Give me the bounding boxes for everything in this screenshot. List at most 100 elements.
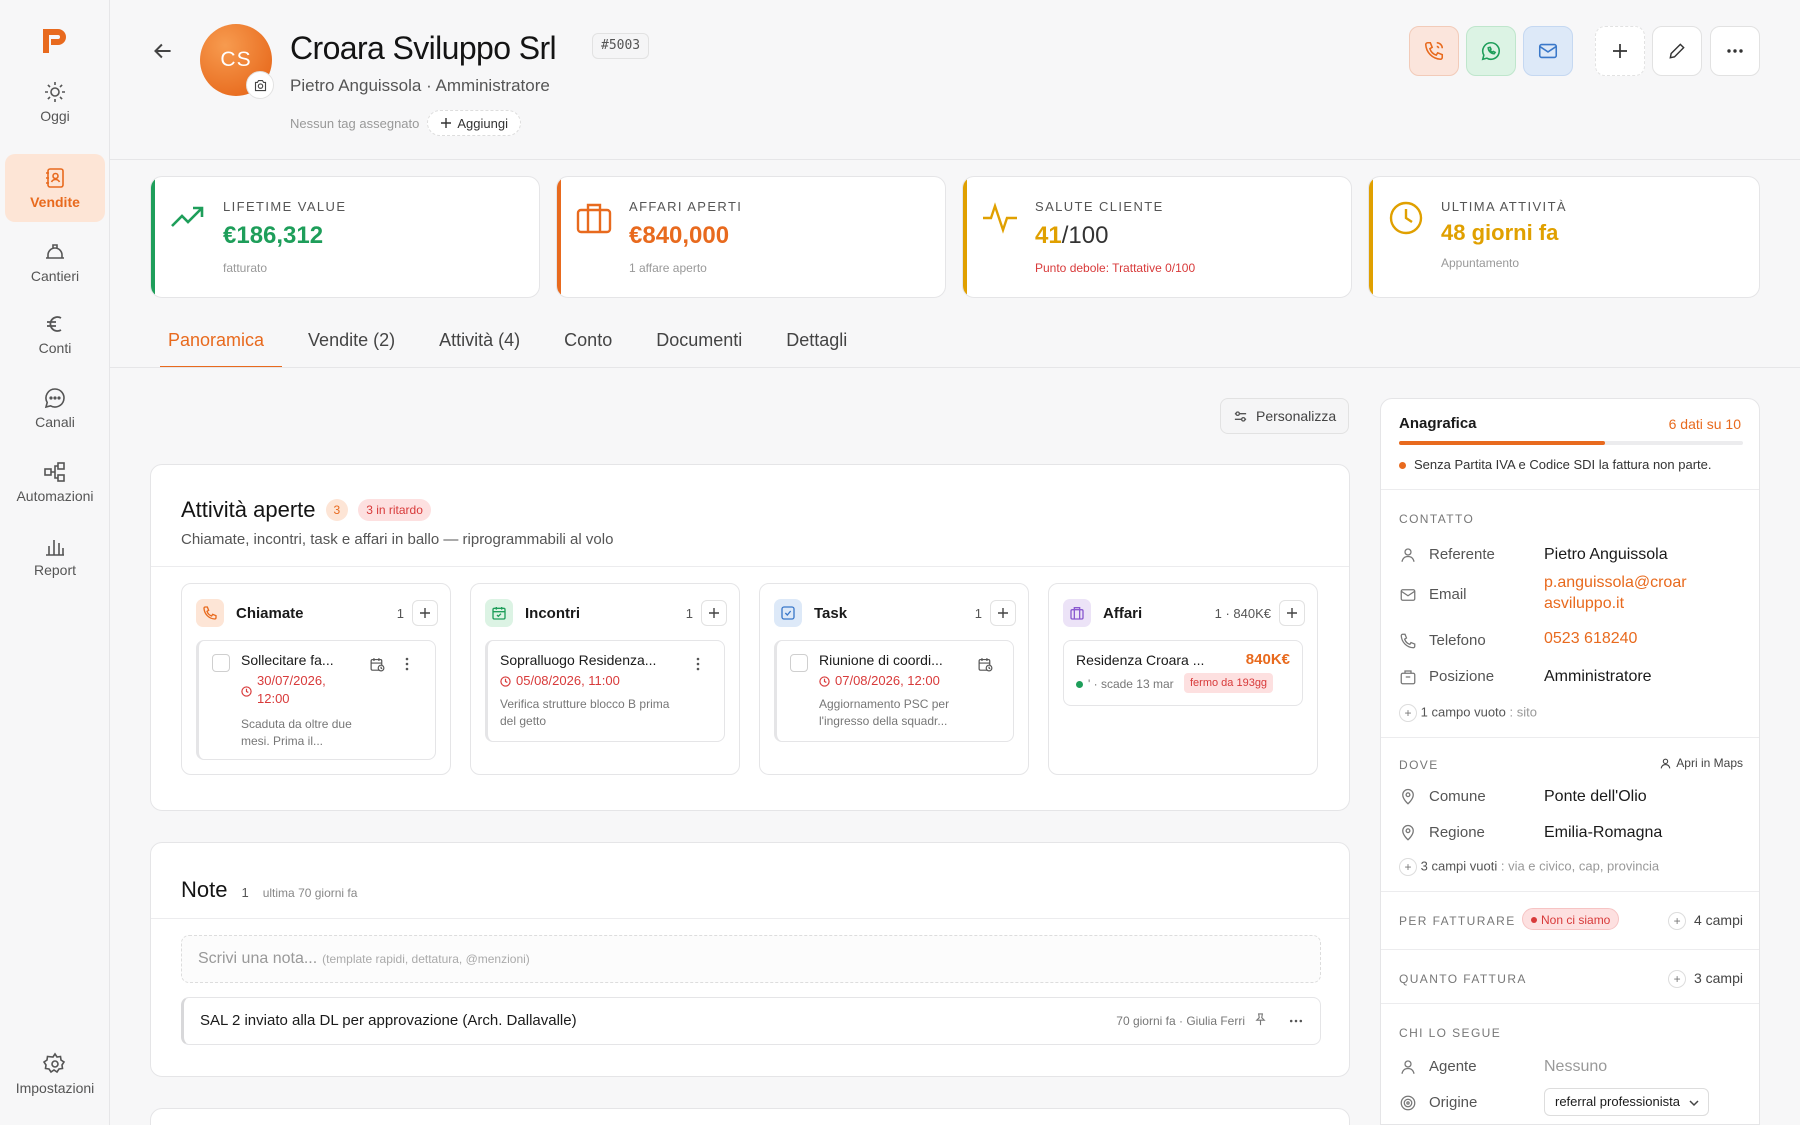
mail-icon: [1538, 43, 1558, 59]
add-empty-address-field[interactable]: + 3 campi vuoti : via e civico, cap, pro…: [1399, 858, 1659, 876]
add-button[interactable]: [1595, 26, 1645, 76]
user-icon: [1401, 548, 1415, 562]
complete-checkbox[interactable]: [790, 654, 808, 672]
trend-up-icon: [171, 206, 204, 227]
activities-heading: Attività aperte 3 3 in ritardo: [181, 497, 431, 523]
column-count: 1: [685, 605, 693, 621]
back-button[interactable]: [150, 38, 176, 64]
complete-checkbox[interactable]: [212, 654, 230, 672]
app-logo[interactable]: [40, 26, 70, 56]
add-call-button[interactable]: [412, 600, 438, 626]
notes-meta: ultima 70 giorni fa: [262, 886, 358, 900]
phone-link[interactable]: 0523 618240: [1544, 628, 1637, 649]
plus-icon: [1613, 44, 1627, 58]
tab-dettagli[interactable]: Dettagli: [768, 320, 865, 368]
note-placeholder: Scrivi una nota...: [198, 950, 318, 967]
tab-panoramica[interactable]: Panoramica: [150, 320, 283, 368]
tab-conto[interactable]: Conto: [546, 320, 630, 368]
kpi-salute-cliente[interactable]: SALUTE CLIENTE 41/100 Punto debole: Trat…: [962, 176, 1352, 298]
tab-documenti[interactable]: Documenti: [638, 320, 760, 368]
kpi-label: SALUTE CLIENTE: [1035, 199, 1164, 214]
open-maps-link[interactable]: Apri in Maps: [1659, 756, 1743, 770]
item-title: Sollecitare fa...: [241, 652, 334, 668]
reschedule-icon[interactable]: [369, 656, 386, 673]
tab-attivita[interactable]: Attività (4): [421, 320, 538, 368]
activity-item[interactable]: Sopralluogo Residenza... 05/08/2026, 11:…: [485, 640, 725, 742]
activity-item[interactable]: Riunione di coordi... 07/08/2026, 12:00 …: [774, 640, 1014, 742]
note-item[interactable]: SAL 2 inviato alla DL per approvazione (…: [181, 997, 1321, 1045]
sidebar-item-automazioni[interactable]: Automazioni: [5, 448, 105, 516]
sidebar-item-vendite[interactable]: Vendite: [5, 154, 105, 222]
sidebar-item-impostazioni[interactable]: Impostazioni: [5, 1040, 105, 1108]
sidebar-item-cantieri[interactable]: Cantieri: [5, 228, 105, 296]
email-link[interactable]: p.anguissola@croarasviluppo.it: [1544, 572, 1694, 614]
completion-progress: [1399, 441, 1743, 445]
section-label: DOVE: [1399, 758, 1439, 772]
item-title: Riunione di coordi...: [819, 652, 943, 668]
kpi-sub: fatturato: [223, 261, 268, 275]
user-icon: [1401, 1060, 1415, 1074]
change-photo-button[interactable]: [246, 71, 274, 99]
column-chiamate: Chiamate 1 Sollecitare fa... 30/07/2026,…: [181, 583, 451, 775]
euro-icon: [47, 316, 62, 332]
section-quanto-fattura: QUANTO FATTURA + 3 campi: [1381, 949, 1759, 1003]
deal-meta: ' · scade 13 mar: [1088, 677, 1174, 691]
flow-icon: [44, 462, 65, 482]
activity-item[interactable]: Sollecitare fa... 30/07/2026, 12:00 Scad…: [196, 640, 436, 760]
email-button[interactable]: [1523, 26, 1573, 76]
revenue-fields-button[interactable]: + 3 campi: [1668, 970, 1743, 989]
more-vertical-icon[interactable]: [399, 656, 415, 672]
tab-label: Documenti: [656, 330, 743, 350]
pin-icon[interactable]: [1253, 1012, 1268, 1027]
more-horizontal-icon[interactable]: [1288, 1013, 1304, 1029]
tab-label: Conto: [564, 330, 613, 350]
add-empty-contact-field[interactable]: + 1 campo vuoto : sito: [1399, 704, 1537, 722]
phone-icon: [196, 599, 224, 627]
building-icon: [1400, 670, 1416, 685]
sidebar-item-oggi[interactable]: Oggi: [5, 68, 105, 136]
section-contatto: CONTATTO Referente Pietro Anguissola Ema…: [1381, 489, 1759, 737]
sidebar-item-conti[interactable]: Conti: [5, 300, 105, 368]
kpi-ultima-attivita[interactable]: ULTIMA ATTIVITÀ 48 giorni fa Appuntament…: [1368, 176, 1760, 298]
field-value: Emilia-Romagna: [1544, 824, 1663, 841]
section-label: CONTATTO: [1399, 512, 1475, 526]
sidebar-item-report[interactable]: Report: [5, 522, 105, 590]
clock-icon: [819, 676, 830, 687]
kpi-value: €840,000: [629, 222, 730, 249]
more-button[interactable]: [1710, 26, 1760, 76]
add-deal-button[interactable]: [1279, 600, 1305, 626]
item-description: Scaduta da oltre due mesi. Prima il...: [241, 717, 352, 748]
kpi-affari-aperti[interactable]: AFFARI APERTI €840,000 1 affare aperto: [556, 176, 946, 298]
sidebar-item-label: Automazioni: [16, 488, 94, 504]
sidebar: Oggi Vendite Cantieri Conti Canali Autom…: [0, 0, 110, 1125]
billing-fields-button[interactable]: + 4 campi: [1668, 912, 1743, 931]
whatsapp-button[interactable]: [1466, 26, 1516, 76]
divider: [151, 918, 1349, 919]
column-incontri: Incontri 1 Sopralluogo Residenza... 05/0…: [470, 583, 740, 775]
kpi-value: 48 giorni fa: [1441, 220, 1559, 245]
add-task-button[interactable]: [990, 600, 1016, 626]
deal-item[interactable]: Residenza Croara ... 840K€ ' · scade 13 …: [1063, 640, 1303, 706]
kpi-accent-bar: [1369, 177, 1373, 297]
customize-button[interactable]: Personalizza: [1220, 398, 1350, 434]
call-button[interactable]: [1409, 26, 1459, 76]
edit-button[interactable]: [1652, 26, 1702, 76]
sidebar-item-canali[interactable]: Canali: [5, 374, 105, 442]
more-vertical-icon[interactable]: [690, 656, 706, 672]
note-placeholder-hint: (template rapidi, dettatura, @menzioni): [322, 952, 530, 966]
kpi-lifetime-value[interactable]: LIFETIME VALUE €186,312 fatturato: [150, 176, 540, 298]
reschedule-icon[interactable]: [977, 656, 994, 673]
origin-select[interactable]: referral professionista: [1544, 1088, 1709, 1116]
tab-vendite[interactable]: Vendite (2): [290, 320, 413, 368]
pin-icon: [1402, 824, 1414, 841]
field-label: Agente: [1429, 1058, 1477, 1075]
empty-fields-label: 1 campo vuoto: [1420, 704, 1506, 720]
column-header: Chiamate 1: [196, 598, 438, 628]
sidebar-item-label: Oggi: [40, 108, 70, 124]
contact-id-badge[interactable]: #5003: [592, 33, 650, 59]
note-input[interactable]: Scrivi una nota... (template rapidi, det…: [181, 935, 1321, 983]
tab-count: (2): [373, 330, 396, 350]
add-tag-button[interactable]: Aggiungi: [427, 110, 521, 136]
chat-icon: [44, 388, 65, 409]
add-meeting-button[interactable]: [701, 600, 727, 626]
